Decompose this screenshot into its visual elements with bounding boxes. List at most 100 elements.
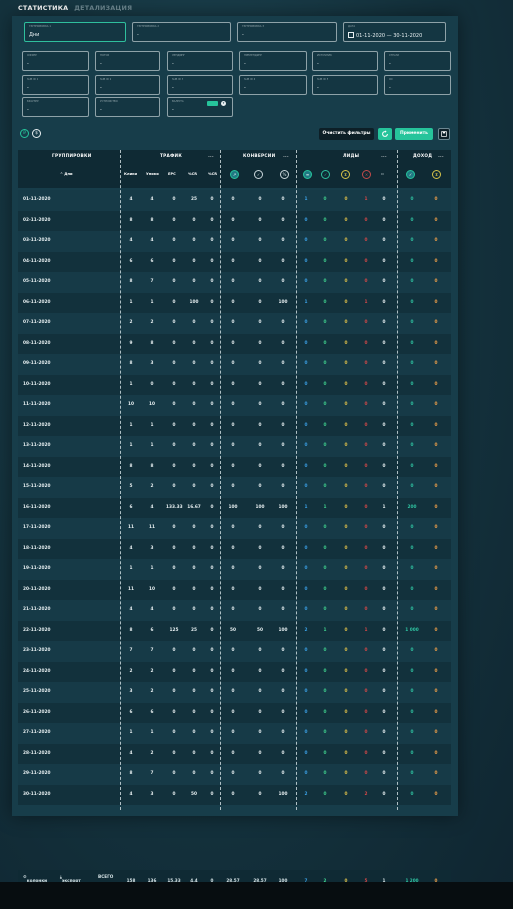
row-cell: 0 — [323, 381, 327, 387]
row-cell: 0 — [382, 402, 386, 407]
table-row: 22-11-2020 8 6 125 25 0 50 50 100 2 1 0 1 0 1 000 0 — [18, 620, 451, 641]
apply-button[interactable]: Применить — [395, 128, 433, 140]
conversion-total-icon[interactable]: ↗ — [230, 170, 239, 179]
leads-total-icon[interactable]: ≡ — [303, 170, 312, 179]
prelanding-filter[interactable]: ПРЕЛЕНДИНГ - — [239, 51, 307, 71]
browser-filter[interactable]: БРАУЗЕР - — [22, 97, 89, 117]
field-value: - — [100, 61, 102, 67]
row-cell: 6 — [129, 258, 133, 264]
income-approved-icon[interactable]: ✓ — [406, 170, 415, 179]
conversion-rate-icon[interactable]: % — [280, 170, 289, 179]
subid2-filter[interactable]: SUB ID 2 - — [95, 75, 160, 95]
field-label: ГРУППИРОВКА 2 — [137, 25, 160, 28]
row-cell: 0 — [344, 443, 348, 448]
leads-more-icon[interactable]: ... — [381, 152, 387, 159]
grouping-2-select[interactable]: ГРУППИРОВКА 2 - — [132, 22, 231, 42]
subid1-filter[interactable]: SUB ID 1 - — [22, 75, 89, 95]
row-cell: 11 — [128, 586, 134, 592]
row-cell: 0 — [192, 258, 196, 264]
save-icon[interactable] — [438, 128, 450, 140]
field-label: SUB ID 4 — [244, 78, 256, 81]
row-cell: 0 — [231, 279, 235, 284]
row-cell: 0 — [410, 484, 414, 489]
subid3-filter[interactable]: SUB ID 3 - — [167, 75, 233, 95]
row-cell: 0 — [434, 730, 438, 735]
field-value: - — [27, 85, 29, 91]
row-date: 14-11-2020 — [23, 463, 51, 469]
row-cell: 0 — [231, 299, 235, 305]
country-filter[interactable]: СТРАНА - — [384, 51, 451, 71]
leads-approved-icon[interactable]: ✓ — [321, 170, 330, 179]
row-cell: 0 — [344, 586, 348, 592]
subid5-filter[interactable]: SUB ID 5 - — [312, 75, 378, 95]
date-range-picker[interactable]: ДАТА 01-11-2020 — 30-11-2020 — [343, 22, 446, 42]
row-cell: 0 — [192, 730, 196, 735]
row-cell: 8 — [129, 771, 133, 776]
row-cell: 0 — [434, 668, 438, 674]
row-cell: 0 — [382, 299, 386, 305]
row-cell: 0 — [410, 586, 414, 592]
row-cell: 0 — [382, 709, 386, 715]
row-cell: 100 — [278, 627, 288, 633]
currency-toggle[interactable] — [207, 101, 218, 106]
leads-rejected-icon[interactable]: × — [362, 170, 371, 179]
leads-trash-icon[interactable]: ▫ — [378, 170, 387, 179]
field-label: ДАТА — [348, 25, 356, 28]
tab-statistics[interactable]: СТАТИСТИКА — [18, 4, 68, 12]
row-cell: 0 — [172, 586, 176, 592]
field-value: - — [317, 61, 319, 67]
row-cell: 0 — [323, 279, 327, 284]
os-filter[interactable]: ОС - — [384, 75, 451, 95]
row-cell: 0 — [364, 566, 368, 571]
table-header: ГРУППИРОВКИ ТРАФИК ... КОНВЕРСИИ ... ЛИД… — [18, 150, 451, 188]
col-cr[interactable]: %CR — [188, 172, 197, 176]
currency-rub-icon[interactable]: ₽ — [20, 129, 29, 138]
row-cell: 50 — [230, 627, 236, 633]
row-cell: 0 — [281, 771, 285, 776]
device-filter[interactable]: УСТРОЙСТВО - — [95, 97, 160, 117]
traffic-more-icon[interactable]: ... — [208, 152, 214, 159]
row-cell: 0 — [382, 484, 386, 489]
help-icon[interactable]: ? — [221, 101, 226, 106]
row-cell: 3 — [150, 361, 154, 366]
offer-filter[interactable]: ОФФЕР - — [22, 51, 89, 71]
row-cell: 0 — [210, 668, 214, 674]
conversions-more-icon[interactable]: ... — [283, 152, 289, 159]
row-cell: 0 — [172, 197, 176, 202]
export-button[interactable]: ⤓ экспорт — [60, 874, 81, 883]
col-clicks[interactable]: Клики — [124, 172, 137, 176]
row-cell: 0 — [192, 463, 196, 469]
conversion-approved-icon[interactable]: ✓ — [254, 170, 263, 179]
source-filter[interactable]: ИСТОЧНИК - — [312, 51, 378, 71]
currency-usd-icon[interactable]: $ — [32, 129, 41, 138]
clear-filters-button[interactable]: Очистить фильтры — [319, 128, 374, 140]
subid4-filter[interactable]: SUB ID 4 - — [239, 75, 307, 95]
currency-filter[interactable]: ВАЛЮТА - ? — [167, 97, 233, 117]
row-cell: 0 — [258, 443, 262, 448]
row-cell: 0 — [192, 402, 196, 407]
sort-days-header[interactable]: ^ Дни — [60, 172, 72, 176]
row-date: 08-11-2020 — [23, 340, 51, 346]
row-cell: 0 — [382, 586, 386, 592]
field-value: - — [389, 61, 391, 67]
row-cell: 0 — [210, 361, 214, 366]
stream-filter[interactable]: ПОТОК - — [95, 51, 160, 71]
row-cell: 0 — [210, 340, 214, 346]
row-cell: 2 — [150, 668, 154, 674]
income-hold-icon[interactable]: ⧗ — [432, 170, 441, 179]
col-uniques[interactable]: Уники — [146, 172, 159, 176]
row-cell: 0 — [410, 463, 414, 469]
grouping-3-select[interactable]: ГРУППИРОВКА 3 - — [237, 22, 337, 42]
col-cr-2[interactable]: %CR — [208, 172, 217, 176]
refresh-button[interactable] — [378, 128, 392, 140]
columns-button[interactable]: ⚙ колонки — [23, 874, 47, 883]
landing-filter[interactable]: ЛЕНДИНГ - — [167, 51, 233, 71]
field-label: ИСТОЧНИК — [317, 54, 332, 57]
income-more-icon[interactable]: ... — [438, 152, 444, 159]
col-epc[interactable]: EPC — [168, 172, 176, 176]
leads-hold-icon[interactable]: ⧗ — [341, 170, 350, 179]
tab-details[interactable]: ДЕТАЛИЗАЦИЯ — [74, 4, 132, 12]
row-cell: 0 — [434, 443, 438, 448]
row-cell: 8 — [129, 463, 133, 469]
grouping-1-select[interactable]: ГРУППИРОВКА 1 Дни — [24, 22, 126, 42]
